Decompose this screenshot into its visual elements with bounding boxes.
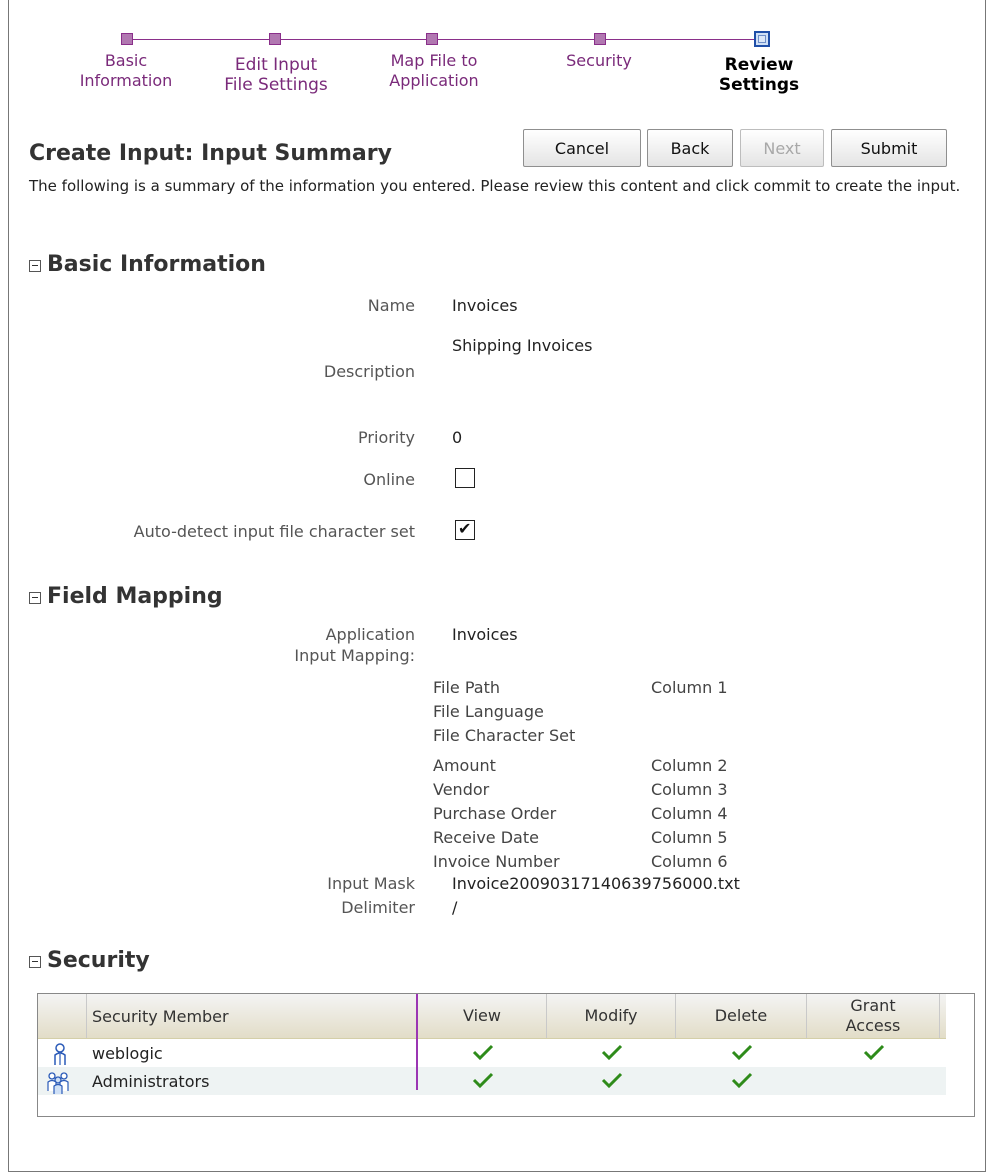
- train-stop-review-settings: [754, 31, 770, 47]
- page-frame: Basic Information Edit Input File Settin…: [8, 0, 986, 1172]
- mapping-column: Column 5: [651, 828, 728, 847]
- section-title-basic-information: Basic Information: [47, 252, 266, 277]
- mapping-column: Column 2: [651, 756, 728, 775]
- mapping-name: File Character Set: [433, 726, 576, 745]
- input-mask-label: Input Mask: [327, 874, 415, 893]
- table-row[interactable]: Administrators: [38, 1067, 946, 1095]
- cancel-button[interactable]: Cancel: [523, 129, 641, 167]
- mapping-name: Purchase Order: [433, 804, 557, 823]
- delimiter-label: Delimiter: [341, 898, 415, 917]
- train-label-map-file-to-application[interactable]: Map File to Application: [364, 51, 504, 91]
- autodetect-label: Auto-detect input file character set: [133, 522, 415, 541]
- section-title-security: Security: [47, 948, 150, 973]
- section-title-field-mapping: Field Mapping: [47, 584, 223, 609]
- collapse-icon[interactable]: [29, 591, 41, 604]
- online-checkbox: [455, 468, 475, 488]
- train-label-edit-input-file-settings[interactable]: Edit Input File Settings: [201, 55, 351, 95]
- column-header-row-selector: [38, 994, 86, 1038]
- group-icon: [47, 1072, 69, 1094]
- priority-value: 0: [452, 428, 463, 447]
- collapse-icon[interactable]: [29, 955, 41, 968]
- train-label-security[interactable]: Security: [539, 51, 659, 71]
- train-stop-security[interactable]: [594, 33, 606, 45]
- priority-label: Priority: [358, 428, 415, 447]
- submit-button[interactable]: Submit: [831, 129, 947, 167]
- modify-check-icon: [601, 1044, 623, 1061]
- user-icon: [54, 1043, 66, 1065]
- input-mask-value: Invoice20090317140639756000.txt: [452, 874, 740, 893]
- application-value: Invoices: [452, 625, 518, 644]
- view-check-icon: [472, 1044, 494, 1061]
- train-stop-basic-information[interactable]: [121, 33, 133, 45]
- mapping-name: Receive Date: [433, 828, 539, 847]
- modify-check-icon: [601, 1072, 623, 1089]
- security-member-name: Administrators: [92, 1071, 210, 1091]
- name-label: Name: [367, 296, 415, 315]
- delete-check-icon: [731, 1044, 753, 1061]
- input-mapping-label: Input Mapping:: [294, 646, 415, 665]
- online-label: Online: [363, 470, 415, 489]
- column-header-modify[interactable]: Modify: [547, 994, 675, 1038]
- process-train: Basic Information Edit Input File Settin…: [9, 0, 985, 120]
- autodetect-checkbox: [455, 519, 475, 540]
- train-stop-map-file-to-application[interactable]: [426, 33, 438, 45]
- train-stop-edit-input-file-settings[interactable]: [269, 33, 281, 45]
- column-header-grant-access[interactable]: Grant Access: [807, 994, 939, 1038]
- train-label-basic-information[interactable]: Basic Information: [61, 51, 191, 91]
- column-divider: [939, 994, 940, 1038]
- application-label: Application: [325, 625, 415, 644]
- train-connector: [127, 39, 765, 40]
- section-security[interactable]: Security: [29, 948, 150, 973]
- section-field-mapping[interactable]: Field Mapping: [29, 584, 223, 609]
- column-header-view[interactable]: View: [418, 994, 546, 1038]
- mapping-name: File Path: [433, 678, 501, 697]
- mapping-column: Column 3: [651, 780, 728, 799]
- name-value: Invoices: [452, 296, 518, 315]
- mapping-column: Column 1: [651, 678, 728, 697]
- mapping-name: Vendor: [433, 780, 490, 799]
- collapse-icon[interactable]: [29, 259, 41, 272]
- mapping-column: Column 4: [651, 804, 728, 823]
- security-table-header: Security Member View Modify Delete Grant…: [38, 994, 946, 1039]
- column-header-security-member[interactable]: Security Member: [92, 994, 412, 1038]
- mapping-name: Amount: [433, 756, 496, 775]
- next-button: Next: [740, 129, 824, 167]
- table-row[interactable]: weblogic: [38, 1039, 946, 1067]
- column-header-delete[interactable]: Delete: [676, 994, 806, 1038]
- delete-check-icon: [731, 1072, 753, 1089]
- mapping-name: File Language: [433, 702, 544, 721]
- intro-text: The following is a summary of the inform…: [29, 177, 961, 195]
- view-check-icon: [472, 1072, 494, 1089]
- description-label: Description: [323, 362, 415, 381]
- page-title: Create Input: Input Summary: [29, 141, 392, 166]
- security-table: Security Member View Modify Delete Grant…: [37, 993, 975, 1117]
- back-button[interactable]: Back: [647, 129, 733, 167]
- mapping-name: Invoice Number: [433, 852, 560, 871]
- security-member-name: weblogic: [92, 1043, 163, 1063]
- train-label-review-settings: Review Settings: [718, 55, 800, 95]
- description-value: Shipping Invoices: [452, 336, 593, 355]
- member-column-divider: [416, 994, 418, 1090]
- mapping-column: Column 6: [651, 852, 728, 871]
- grant-access-check-icon: [863, 1044, 885, 1061]
- section-basic-information[interactable]: Basic Information: [29, 252, 266, 277]
- column-divider: [86, 994, 87, 1038]
- delimiter-value: /: [452, 898, 458, 917]
